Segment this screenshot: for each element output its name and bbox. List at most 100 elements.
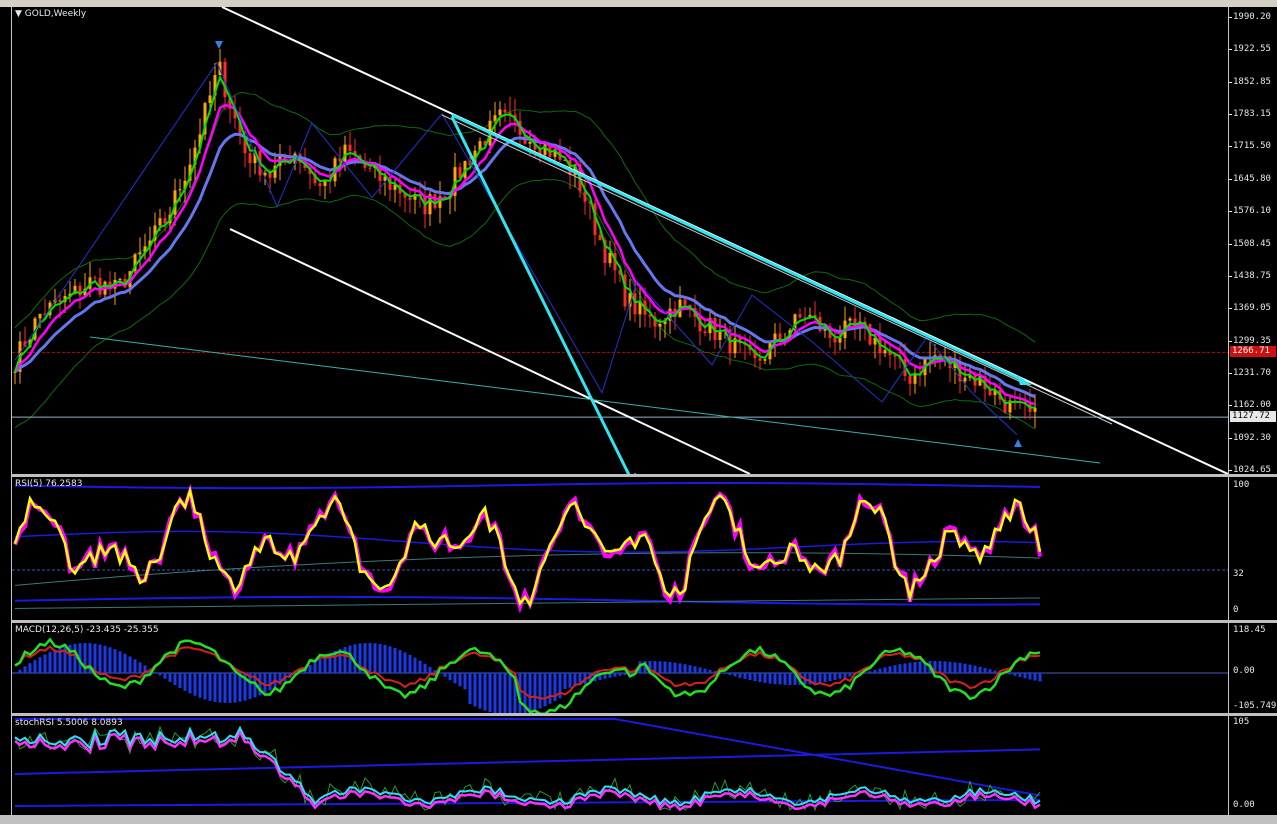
candle-body	[118, 278, 122, 280]
axis-tick-mark	[1229, 146, 1232, 148]
axis-tick-mark	[1229, 340, 1232, 342]
rsi-label: RSI(5) 76.2583	[15, 479, 83, 489]
axis-tick-label: 0.00	[1233, 800, 1255, 810]
up-arrow-marker	[1014, 439, 1022, 447]
rsi-mid-band	[14, 530, 1041, 553]
rsi-pane[interactable]: RSI(5) 76.2583	[12, 477, 1228, 620]
stoch-mid-band	[14, 748, 1041, 775]
axis-tick-label: 118.45	[1233, 625, 1266, 635]
candle-body	[138, 252, 142, 255]
candle-body	[248, 153, 252, 164]
ema-fast-line	[14, 74, 1036, 409]
stoch-pane[interactable]: stochRSI 5.5006 8.0893	[12, 716, 1228, 815]
cyan-projection-line	[450, 116, 631, 474]
candle-body	[348, 144, 352, 151]
stoch-upper-band	[15, 718, 1041, 797]
down-arrow-marker	[215, 41, 223, 49]
axis-tick-mark	[1229, 275, 1232, 277]
rsi-chart-svg	[12, 482, 1228, 614]
macd-axis[interactable]: 118.45 0.00 -105.749	[1228, 623, 1277, 713]
axis-tick-mark	[1229, 308, 1232, 310]
axis-tick-label: 0	[1233, 605, 1239, 615]
stoch-label: stochRSI 5.5006 8.0893	[15, 718, 123, 728]
axis-tick-label: -105.749	[1233, 701, 1277, 711]
candle-body	[703, 331, 707, 334]
candle-body	[848, 318, 852, 321]
left-edge	[0, 7, 12, 824]
candle-body	[208, 95, 212, 104]
candle-body	[833, 337, 837, 343]
axis-tick-mark	[1229, 243, 1232, 245]
axis-tick-label: 100	[1233, 480, 1250, 490]
rsi-upper-band	[14, 482, 1041, 490]
candle-body	[433, 194, 437, 208]
axis-tick-label: 1162.00	[1233, 400, 1271, 411]
candle-body	[598, 235, 602, 241]
lower-trendline	[229, 228, 751, 474]
candle-body	[798, 314, 802, 318]
rsi-trend-curve	[14, 552, 1041, 586]
price-chart-svg	[12, 7, 1228, 474]
axis-tick-label: 1299.35	[1233, 335, 1271, 346]
macd-chart-svg	[12, 637, 1228, 713]
axis-tick-label: 105	[1233, 717, 1250, 727]
axis-tick-mark	[1229, 470, 1232, 471]
price-pane[interactable]: ▼ GOLD,Weekly	[12, 7, 1228, 474]
rsi-axis[interactable]: 100 32 0	[1228, 477, 1277, 620]
candle-body	[528, 141, 532, 144]
axis-tick-mark	[1229, 81, 1232, 83]
candle-body	[758, 358, 762, 361]
axis-tick-mark	[1229, 49, 1232, 51]
axis-tick-label: 1092.30	[1233, 432, 1271, 443]
candle-body	[178, 189, 182, 191]
axis-tick-label: 1438.75	[1233, 270, 1271, 281]
axis-tick-mark	[1229, 405, 1232, 407]
candle-body	[778, 333, 782, 340]
price-axis[interactable]: 1990.20 1922.55 1852.85 1783.15 1715.50 1645.…	[1228, 7, 1277, 475]
candle-body	[608, 252, 612, 264]
rsi-line	[13, 485, 1042, 608]
candle-body	[408, 197, 412, 200]
stoch-axis[interactable]: 105 0.00	[1228, 716, 1277, 815]
symbol-label-text: GOLD,Weekly	[24, 9, 87, 19]
candle-body	[503, 109, 507, 113]
axis-tick-label: 1231.70	[1233, 367, 1271, 378]
axis-tick-mark	[1229, 114, 1232, 116]
support-trendline	[89, 336, 1101, 464]
window-toolbar-strip	[0, 0, 1277, 7]
axis-tick-label: 1783.15	[1233, 109, 1271, 120]
candle-body	[963, 377, 967, 382]
candle-body	[683, 299, 687, 305]
axis-tick-label: 1990.20	[1233, 12, 1271, 22]
candle-body	[93, 277, 97, 279]
arrow-head	[1017, 375, 1032, 385]
horizontal-scrollbar[interactable]	[0, 815, 1277, 824]
axis-tick-mark	[1229, 372, 1232, 374]
axis-tick-label: 1369.05	[1233, 303, 1271, 314]
candle-body	[493, 115, 497, 121]
axis-tick-label: 1508.45	[1233, 238, 1271, 249]
candle-body	[163, 218, 167, 224]
candle-body	[838, 338, 842, 343]
axis-tick-label: 1576.10	[1233, 206, 1271, 217]
macd-pane[interactable]: MACD(12,26,5) -23.435 -25.355	[12, 623, 1228, 713]
candle-body	[158, 218, 162, 226]
candle-body	[763, 359, 767, 361]
bid-price-badge: 1127.72	[1230, 411, 1276, 423]
axis-tick-mark	[1229, 178, 1232, 180]
resistance-trendline	[441, 114, 1113, 425]
axis-tick-mark	[1229, 17, 1232, 18]
axis-tick-label: 1852.85	[1233, 76, 1271, 87]
axis-tick-label: 0.00	[1233, 666, 1255, 676]
candle-body	[633, 293, 637, 315]
candle-body	[908, 376, 912, 384]
candle-body	[38, 313, 42, 319]
axis-tick-label: 1715.50	[1233, 141, 1271, 152]
axis-tick-label: 1922.55	[1233, 44, 1271, 55]
ask-price-badge: 1266.71	[1230, 346, 1276, 358]
candle-body	[658, 323, 662, 327]
macd-label: MACD(12,26,5) -23.435 -25.355	[15, 625, 159, 635]
axis-tick-label: 32	[1233, 569, 1244, 579]
stoch-chart-svg	[14, 718, 1041, 812]
axis-tick-mark	[1229, 211, 1232, 213]
